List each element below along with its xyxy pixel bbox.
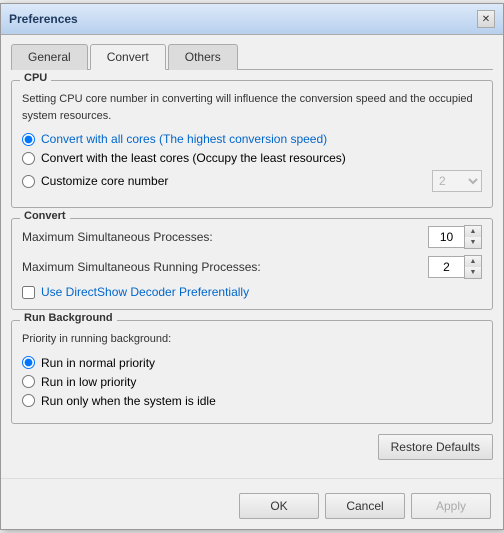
cpu-group-description: Setting CPU core number in converting wi… (22, 91, 482, 124)
cpu-option-customize: Customize core number 2 4 8 (22, 170, 482, 192)
tab-convert[interactable]: Convert (90, 44, 166, 70)
cpu-option-all-cores[interactable]: Convert with all cores (The highest conv… (22, 132, 482, 146)
max-running-label: Maximum Simultaneous Running Processes: (22, 260, 428, 274)
convert-group: Convert Maximum Simultaneous Processes: … (11, 218, 493, 310)
priority-label-idle: Run only when the system is idle (41, 394, 216, 408)
max-running-down[interactable]: ▼ (465, 267, 481, 278)
cpu-radio-all-cores[interactable] (22, 133, 35, 146)
cpu-core-number-dropdown[interactable]: 2 4 8 (432, 170, 482, 192)
main-content: General Convert Others CPU Setting CPU c… (1, 35, 503, 478)
priority-radio-low[interactable] (22, 375, 35, 388)
priority-label-low: Run in low priority (41, 375, 136, 389)
tab-bar: General Convert Others (11, 43, 493, 70)
runbg-group: Run Background Priority in running backg… (11, 320, 493, 424)
apply-button[interactable]: Apply (411, 493, 491, 519)
footer-buttons: OK Cancel Apply (239, 493, 493, 519)
max-simultaneous-row: Maximum Simultaneous Processes: 10 ▲ ▼ (22, 225, 482, 249)
priority-label-normal: Run in normal priority (41, 356, 155, 370)
window-title: Preferences (9, 12, 78, 26)
max-running-up[interactable]: ▲ (465, 256, 481, 267)
priority-radio-normal[interactable] (22, 356, 35, 369)
cancel-button[interactable]: Cancel (325, 493, 405, 519)
max-simultaneous-up[interactable]: ▲ (465, 226, 481, 237)
bottom-bar: OK Cancel Apply (1, 478, 503, 529)
cpu-label-customize: Customize core number (41, 174, 432, 188)
directshow-checkbox[interactable] (22, 286, 35, 299)
max-simultaneous-input[interactable]: 10 (428, 226, 464, 248)
cpu-label-all-cores: Convert with all cores (The highest conv… (41, 132, 327, 146)
cpu-radio-least-cores[interactable] (22, 152, 35, 165)
tab-others[interactable]: Others (168, 44, 238, 70)
priority-radio-idle[interactable] (22, 394, 35, 407)
runbg-normal[interactable]: Run in normal priority (22, 356, 482, 370)
cpu-radio-customize[interactable] (22, 175, 35, 188)
title-bar: Preferences ✕ (1, 4, 503, 35)
title-bar-controls: ✕ (477, 10, 495, 28)
max-running-input[interactable]: 2 (428, 256, 464, 278)
ok-button[interactable]: OK (239, 493, 319, 519)
close-button[interactable]: ✕ (477, 10, 495, 28)
runbg-low[interactable]: Run in low priority (22, 375, 482, 389)
directshow-row[interactable]: Use DirectShow Decoder Preferentially (22, 285, 482, 299)
tab-general[interactable]: General (11, 44, 88, 70)
max-running-spin-buttons: ▲ ▼ (464, 255, 482, 279)
runbg-description: Priority in running background: (22, 331, 482, 348)
preferences-window: Preferences ✕ General Convert Others CPU… (0, 3, 504, 530)
max-simultaneous-down[interactable]: ▼ (465, 237, 481, 248)
cpu-option-least-cores[interactable]: Convert with the least cores (Occupy the… (22, 151, 482, 165)
cpu-group: CPU Setting CPU core number in convertin… (11, 80, 493, 208)
directshow-label: Use DirectShow Decoder Preferentially (41, 285, 249, 299)
max-running-row: Maximum Simultaneous Running Processes: … (22, 255, 482, 279)
max-running-spinbox: 2 ▲ ▼ (428, 255, 482, 279)
convert-group-label: Convert (20, 210, 70, 222)
max-simultaneous-label: Maximum Simultaneous Processes: (22, 230, 428, 244)
runbg-idle[interactable]: Run only when the system is idle (22, 394, 482, 408)
max-simultaneous-spinbox: 10 ▲ ▼ (428, 225, 482, 249)
cpu-label-least-cores: Convert with the least cores (Occupy the… (41, 151, 346, 165)
cpu-group-label: CPU (20, 72, 51, 84)
restore-defaults-button[interactable]: Restore Defaults (378, 434, 493, 460)
max-simultaneous-spin-buttons: ▲ ▼ (464, 225, 482, 249)
runbg-group-label: Run Background (20, 312, 117, 324)
